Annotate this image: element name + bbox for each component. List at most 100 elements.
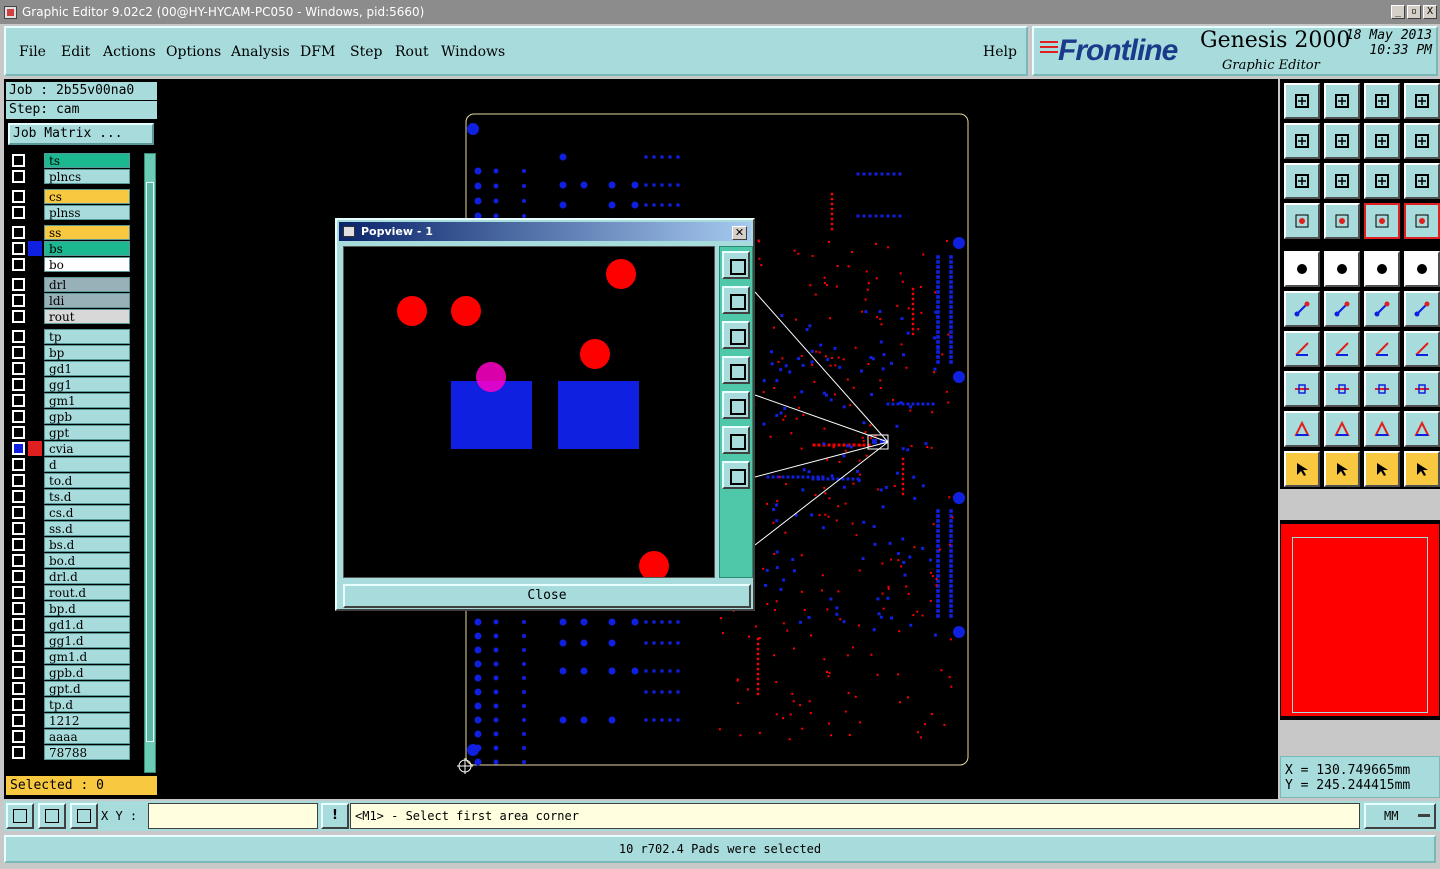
- layer-row-ss.d[interactable]: ss.d: [8, 521, 142, 536]
- layer-color-swatch[interactable]: [28, 713, 42, 728]
- layer-color-swatch[interactable]: [28, 665, 42, 680]
- grid-button[interactable]: [70, 803, 98, 829]
- layer-name[interactable]: rout: [44, 309, 130, 324]
- layer-row-78788[interactable]: 78788: [8, 745, 142, 760]
- popview-close-button[interactable]: Close: [343, 584, 751, 608]
- popview-tool-left-icon[interactable]: [722, 356, 750, 384]
- circle-tool-button[interactable]: [1404, 251, 1440, 287]
- layer-checkbox[interactable]: [12, 490, 25, 503]
- angle-tool-button[interactable]: [1284, 331, 1320, 367]
- layer-checkbox[interactable]: [12, 310, 25, 323]
- layer-checkbox[interactable]: [12, 554, 25, 567]
- layer-row-gd1[interactable]: gd1: [8, 361, 142, 376]
- layer-checkbox[interactable]: [12, 538, 25, 551]
- layer-name[interactable]: bs.d: [44, 537, 130, 552]
- layer-name[interactable]: to.d: [44, 473, 130, 488]
- layer-name[interactable]: tp.d: [44, 697, 130, 712]
- restore-button[interactable]: ▫: [1407, 5, 1421, 19]
- layer-name[interactable]: gm1: [44, 393, 130, 408]
- layer-checkbox[interactable]: [12, 522, 25, 535]
- layer-row-drl.d[interactable]: drl.d: [8, 569, 142, 584]
- layer-checkbox[interactable]: [12, 570, 25, 583]
- layer-checkbox[interactable]: [12, 634, 25, 647]
- layer-color-swatch[interactable]: [28, 225, 42, 240]
- layer-row-d[interactable]: d: [8, 457, 142, 472]
- layer-checkbox[interactable]: [12, 170, 25, 183]
- help-tool-button[interactable]: [1404, 163, 1440, 199]
- layer-name[interactable]: aaaa: [44, 729, 130, 744]
- select4-tool-button[interactable]: [1404, 451, 1440, 487]
- layer-row-rout[interactable]: rout: [8, 309, 142, 324]
- layer-row-ts[interactable]: ts: [8, 153, 142, 168]
- layer-name[interactable]: cvia: [44, 441, 130, 456]
- layer-row-gpt.d[interactable]: gpt.d: [8, 681, 142, 696]
- layer-name[interactable]: ts.d: [44, 489, 130, 504]
- layer-name[interactable]: gpt.d: [44, 681, 130, 696]
- layer-row-tp.d[interactable]: tp.d: [8, 697, 142, 712]
- layer-color-swatch[interactable]: [28, 585, 42, 600]
- popview-tool-zoom-out-icon[interactable]: [722, 461, 750, 489]
- layer-name[interactable]: cs.d: [44, 505, 130, 520]
- cross-tool-button[interactable]: [1324, 291, 1360, 327]
- minimize-button[interactable]: _: [1391, 5, 1405, 19]
- layer-row-gd1.d[interactable]: gd1.d: [8, 617, 142, 632]
- alert-button[interactable]: !: [321, 803, 349, 829]
- layer-name[interactable]: ldi: [44, 293, 130, 308]
- layer-name[interactable]: plncs: [44, 169, 130, 184]
- layer-checkbox[interactable]: [12, 394, 25, 407]
- layer-checkbox[interactable]: [12, 474, 25, 487]
- layer-red-tool-button[interactable]: [1364, 203, 1400, 239]
- layer-row-gg1[interactable]: gg1: [8, 377, 142, 392]
- layer-row-bp.d[interactable]: bp.d: [8, 601, 142, 616]
- menu-dfm[interactable]: DFM: [300, 44, 335, 60]
- menu-windows[interactable]: Windows: [441, 44, 505, 60]
- layer-row-gpt[interactable]: gpt: [8, 425, 142, 440]
- layer-color-swatch[interactable]: [28, 537, 42, 552]
- layer-color-swatch[interactable]: [28, 521, 42, 536]
- layer-color-swatch[interactable]: [28, 189, 42, 204]
- zoom-fit-tool-button[interactable]: [1284, 163, 1320, 199]
- minimap[interactable]: [1280, 520, 1440, 720]
- pan-right-tool-button[interactable]: [1324, 123, 1360, 159]
- layer-checkbox[interactable]: [12, 714, 25, 727]
- layer-color-swatch[interactable]: [28, 473, 42, 488]
- layer-row-cvia[interactable]: cvia: [8, 441, 142, 456]
- layer-checkbox[interactable]: [12, 458, 25, 471]
- layer-color-swatch[interactable]: [28, 745, 42, 760]
- shapes-tool-button[interactable]: [1404, 371, 1440, 407]
- layer-row-1212[interactable]: 1212: [8, 713, 142, 728]
- menu-help[interactable]: Help: [983, 44, 1017, 60]
- layer-row-ldi[interactable]: ldi: [8, 293, 142, 308]
- layer-color-swatch[interactable]: [28, 409, 42, 424]
- select-tool-button[interactable]: [1284, 451, 1320, 487]
- layer-name[interactable]: gg1: [44, 377, 130, 392]
- layer-row-cs.d[interactable]: cs.d: [8, 505, 142, 520]
- layer-checkbox[interactable]: [12, 258, 25, 271]
- layer-row-gpb[interactable]: gpb: [8, 409, 142, 424]
- layer-color-swatch[interactable]: [28, 309, 42, 324]
- layer-name[interactable]: drl.d: [44, 569, 130, 584]
- layer-color-swatch[interactable]: [28, 569, 42, 584]
- popview-tool-down-icon[interactable]: [722, 321, 750, 349]
- layer-color-swatch[interactable]: [28, 277, 42, 292]
- measure-tool-button[interactable]: [1324, 371, 1360, 407]
- scale-tool-button[interactable]: [1364, 163, 1400, 199]
- pad-tool-button[interactable]: [1284, 251, 1320, 287]
- grid-tool-button[interactable]: [1324, 203, 1360, 239]
- layer-name[interactable]: bs: [44, 241, 130, 256]
- layer-name[interactable]: gpb: [44, 409, 130, 424]
- popview-tool-up-icon[interactable]: [722, 286, 750, 314]
- layer-color-swatch[interactable]: [28, 153, 42, 168]
- window-tool-button[interactable]: [1404, 83, 1440, 119]
- measure-button[interactable]: [38, 803, 66, 829]
- layer-name[interactable]: ss: [44, 225, 130, 240]
- layer-name[interactable]: bo: [44, 257, 130, 272]
- layer-color-swatch[interactable]: [28, 329, 42, 344]
- pads-tool-button[interactable]: [1284, 371, 1320, 407]
- layer-name[interactable]: bp: [44, 345, 130, 360]
- layer-checkbox[interactable]: [12, 618, 25, 631]
- layer-checkbox[interactable]: [12, 330, 25, 343]
- layer-checkbox[interactable]: [12, 506, 25, 519]
- layer-row-drl[interactable]: drl: [8, 277, 142, 292]
- layer-color-swatch[interactable]: [28, 205, 42, 220]
